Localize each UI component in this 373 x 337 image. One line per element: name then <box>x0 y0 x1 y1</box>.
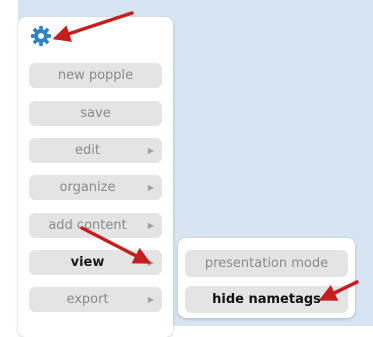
submenu-item-label: presentation mode <box>204 256 329 271</box>
menu-item-export[interactable]: export ▶ <box>29 287 162 312</box>
view-submenu: presentation mode hide nametags <box>178 238 355 318</box>
submenu-item-label: hide nametags <box>212 292 321 307</box>
menu-item-label: export <box>66 292 109 307</box>
menu-item-label: view <box>70 255 105 270</box>
menu-item-label: add content <box>48 218 127 233</box>
chevron-right-icon: ▶ <box>147 183 154 192</box>
menu-item-organize[interactable]: organize ▶ <box>29 175 162 200</box>
chevron-right-icon: ▶ <box>147 221 154 230</box>
menu-item-new-popple[interactable]: new popple <box>29 63 162 88</box>
menu-item-edit[interactable]: edit ▶ <box>29 138 162 163</box>
chevron-right-icon: ▶ <box>147 258 154 267</box>
submenu-item-presentation-mode[interactable]: presentation mode <box>185 250 348 277</box>
chevron-right-icon: ▶ <box>147 295 154 304</box>
menu-item-label: edit <box>75 143 100 158</box>
menu-item-label: new popple <box>57 68 134 83</box>
settings-menu: new popple save edit ▶ organize ▶ add co… <box>18 17 173 337</box>
menu-item-add-content[interactable]: add content ▶ <box>29 213 162 238</box>
gear-icon[interactable] <box>30 25 52 47</box>
menu-item-save[interactable]: save <box>29 101 162 126</box>
chevron-right-icon: ▶ <box>147 146 154 155</box>
menu-item-view[interactable]: view ▶ <box>29 250 162 275</box>
submenu-item-hide-nametags[interactable]: hide nametags <box>185 286 348 313</box>
menu-item-label: organize <box>59 180 116 195</box>
menu-item-label: save <box>80 106 111 121</box>
